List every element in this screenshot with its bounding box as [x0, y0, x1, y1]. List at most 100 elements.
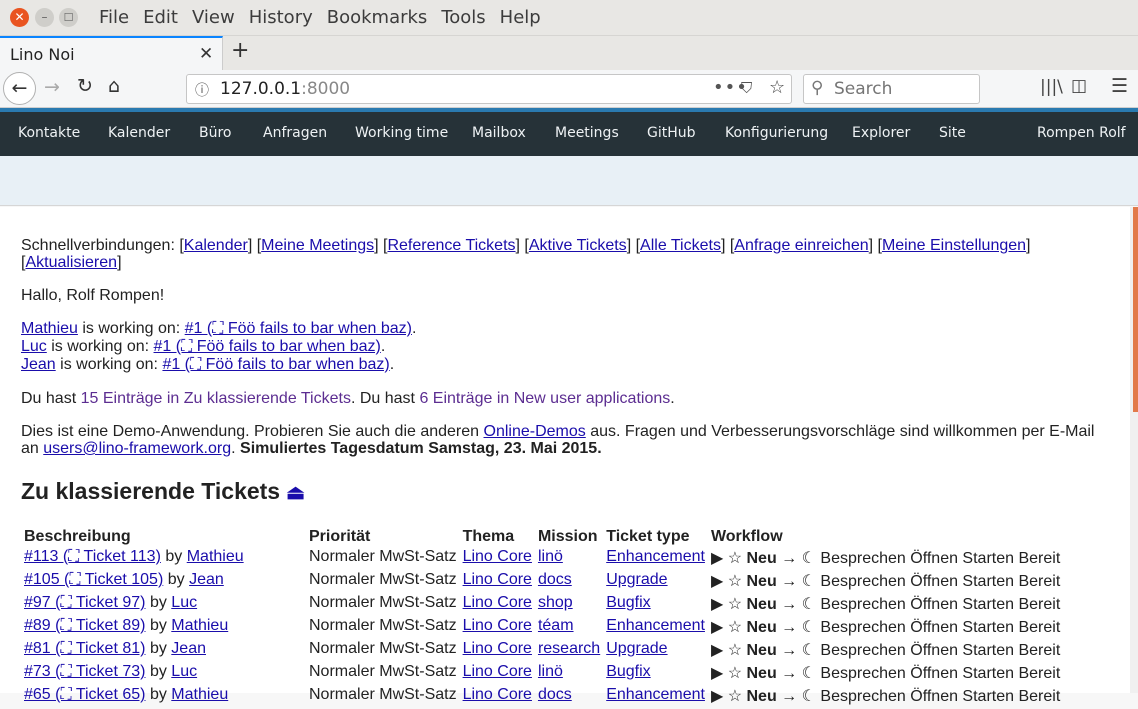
- cell-workflow[interactable]: ▶ ☆ Neu → ☾ Besprechen Öffnen Starten Be…: [708, 548, 1063, 571]
- user-link[interactable]: Luc: [171, 663, 197, 680]
- tab-close-icon[interactable]: ✕: [199, 44, 213, 64]
- eject-icon[interactable]: ⏏: [286, 482, 305, 504]
- user-link[interactable]: Mathieu: [171, 686, 228, 703]
- nav-konfigurierung[interactable]: Konfigurierung: [725, 125, 828, 141]
- mission-link[interactable]: shop: [538, 594, 573, 611]
- user-link[interactable]: Jean: [189, 571, 224, 588]
- search-input[interactable]: [834, 79, 974, 99]
- col-header[interactable]: Workflow: [708, 526, 1063, 548]
- col-header[interactable]: Thema: [460, 526, 535, 548]
- topic-link[interactable]: Lino Core: [463, 686, 532, 703]
- topic-link[interactable]: Lino Core: [463, 663, 532, 680]
- ticket-link[interactable]: #65 (⛶ Ticket 65): [24, 686, 145, 703]
- user-link[interactable]: Mathieu: [187, 548, 244, 565]
- browser-tab[interactable]: Lino Noi ✕: [0, 36, 223, 70]
- ticket-link[interactable]: #97 (⛶ Ticket 97): [24, 594, 145, 611]
- mission-link[interactable]: linö: [538, 663, 563, 680]
- quicklink-alle-tickets[interactable]: Alle Tickets: [640, 237, 721, 254]
- forward-icon[interactable]: →: [44, 76, 60, 98]
- col-header[interactable]: Mission: [535, 526, 603, 548]
- url-bar[interactable]: ⓘ 127.0.0.1:8000 ••• ⛉ ☆: [186, 74, 792, 104]
- cell-workflow[interactable]: ▶ ☆ Neu → ☾ Besprechen Öffnen Starten Be…: [708, 686, 1063, 709]
- quicklink-meine-meetings[interactable]: Meine Meetings: [261, 237, 374, 254]
- ticket-link[interactable]: #81 (⛶ Ticket 81): [24, 640, 145, 657]
- user-link[interactable]: Luc: [171, 594, 197, 611]
- ticket-type-link[interactable]: Bugfix: [606, 663, 650, 680]
- ticket-link[interactable]: #1 (⛶ Föö fails to bar when baz): [154, 338, 381, 355]
- ticket-link[interactable]: #113 (⛶ Ticket 113): [24, 548, 161, 565]
- email-link[interactable]: users@lino-framework.org: [43, 440, 231, 457]
- quicklink-kalender[interactable]: Kalender: [184, 237, 248, 254]
- ticket-type-link[interactable]: Enhancement: [606, 686, 705, 703]
- nav-kontakte[interactable]: Kontakte: [18, 125, 80, 141]
- summary-link-tickets[interactable]: 15 Einträge in Zu klassierende Tickets: [81, 390, 351, 407]
- search-bar[interactable]: ⚲: [803, 74, 980, 104]
- cell-workflow[interactable]: ▶ ☆ Neu → ☾ Besprechen Öffnen Starten Be…: [708, 640, 1063, 663]
- nav-explorer[interactable]: Explorer: [852, 125, 910, 141]
- ticket-type-link[interactable]: Upgrade: [606, 571, 667, 588]
- menu-file[interactable]: File: [99, 8, 129, 28]
- mission-link[interactable]: linö: [538, 548, 563, 565]
- user-link[interactable]: Jean: [21, 356, 56, 373]
- user-link[interactable]: Mathieu: [171, 617, 228, 634]
- window-minimize-icon[interactable]: –: [35, 8, 54, 27]
- ticket-type-link[interactable]: Enhancement: [606, 617, 705, 634]
- online-demos-link[interactable]: Online-Demos: [484, 423, 586, 440]
- ticket-link[interactable]: #105 (⛶ Ticket 105): [24, 571, 163, 588]
- menu-edit[interactable]: Edit: [143, 8, 178, 28]
- menu-tools[interactable]: Tools: [441, 8, 485, 28]
- menu-bookmarks[interactable]: Bookmarks: [327, 8, 428, 28]
- user-link[interactable]: Luc: [21, 338, 47, 355]
- user-link[interactable]: Jean: [171, 640, 206, 657]
- nav-working-time[interactable]: Working time: [355, 125, 448, 141]
- ticket-type-link[interactable]: Upgrade: [606, 640, 667, 657]
- cell-workflow[interactable]: ▶ ☆ Neu → ☾ Besprechen Öffnen Starten Be…: [708, 571, 1063, 594]
- topic-link[interactable]: Lino Core: [463, 548, 532, 565]
- site-info-icon[interactable]: ⓘ: [195, 80, 209, 100]
- summary-link-applications[interactable]: 6 Einträge in New user applications: [419, 390, 670, 407]
- quicklink-meine-einstellungen[interactable]: Meine Einstellungen: [882, 237, 1026, 254]
- nav-user-menu[interactable]: Rompen Rolf: [1037, 125, 1126, 141]
- ticket-link[interactable]: #73 (⛶ Ticket 73): [24, 663, 145, 680]
- nav-kalender[interactable]: Kalender: [108, 125, 170, 141]
- cell-workflow[interactable]: ▶ ☆ Neu → ☾ Besprechen Öffnen Starten Be…: [708, 663, 1063, 686]
- nav-meetings[interactable]: Meetings: [555, 125, 619, 141]
- url-text[interactable]: 127.0.0.1:8000: [220, 79, 350, 99]
- new-tab-icon[interactable]: +: [231, 38, 249, 63]
- reload-icon[interactable]: ↻: [77, 75, 93, 97]
- sidebar-toggle-icon[interactable]: ◫: [1071, 76, 1087, 96]
- menu-help[interactable]: Help: [500, 8, 541, 28]
- cell-workflow[interactable]: ▶ ☆ Neu → ☾ Besprechen Öffnen Starten Be…: [708, 617, 1063, 640]
- window-maximize-icon[interactable]: ☐: [59, 8, 78, 27]
- topic-link[interactable]: Lino Core: [463, 617, 532, 634]
- ticket-link[interactable]: #1 (⛶ Föö fails to bar when baz): [185, 320, 412, 337]
- hamburger-menu-icon[interactable]: ☰: [1111, 75, 1128, 97]
- mission-link[interactable]: docs: [538, 571, 572, 588]
- user-link[interactable]: Mathieu: [21, 320, 78, 337]
- quicklink-aktive-tickets[interactable]: Aktive Tickets: [529, 237, 627, 254]
- col-header[interactable]: Priorität: [306, 526, 460, 548]
- col-header[interactable]: Ticket type: [603, 526, 708, 548]
- topic-link[interactable]: Lino Core: [463, 640, 532, 657]
- quicklink-aktualisieren[interactable]: Aktualisieren: [25, 254, 117, 271]
- library-icon[interactable]: |||\: [1040, 77, 1063, 97]
- ticket-type-link[interactable]: Bugfix: [606, 594, 650, 611]
- quicklink-reference-tickets[interactable]: Reference Tickets: [387, 237, 515, 254]
- col-header[interactable]: Beschreibung: [21, 526, 306, 548]
- nav-site[interactable]: Site: [939, 125, 966, 141]
- quicklink-anfrage-einreichen[interactable]: Anfrage einreichen: [734, 237, 868, 254]
- topic-link[interactable]: Lino Core: [463, 594, 532, 611]
- mission-link[interactable]: research: [538, 640, 600, 657]
- window-close-icon[interactable]: ✕: [10, 8, 29, 27]
- ticket-link[interactable]: #1 (⛶ Föö fails to bar when baz): [162, 356, 389, 373]
- home-icon[interactable]: ⌂: [108, 75, 120, 97]
- scrollbar-thumb[interactable]: [1133, 207, 1138, 412]
- nav-mailbox[interactable]: Mailbox: [472, 125, 526, 141]
- ticket-link[interactable]: #89 (⛶ Ticket 89): [24, 617, 145, 634]
- nav-buero[interactable]: Büro: [199, 125, 232, 141]
- bookmark-star-icon[interactable]: ☆: [769, 77, 785, 98]
- nav-anfragen[interactable]: Anfragen: [263, 125, 327, 141]
- nav-github[interactable]: GitHub: [647, 125, 696, 141]
- menu-view[interactable]: View: [192, 8, 235, 28]
- ticket-type-link[interactable]: Enhancement: [606, 548, 705, 565]
